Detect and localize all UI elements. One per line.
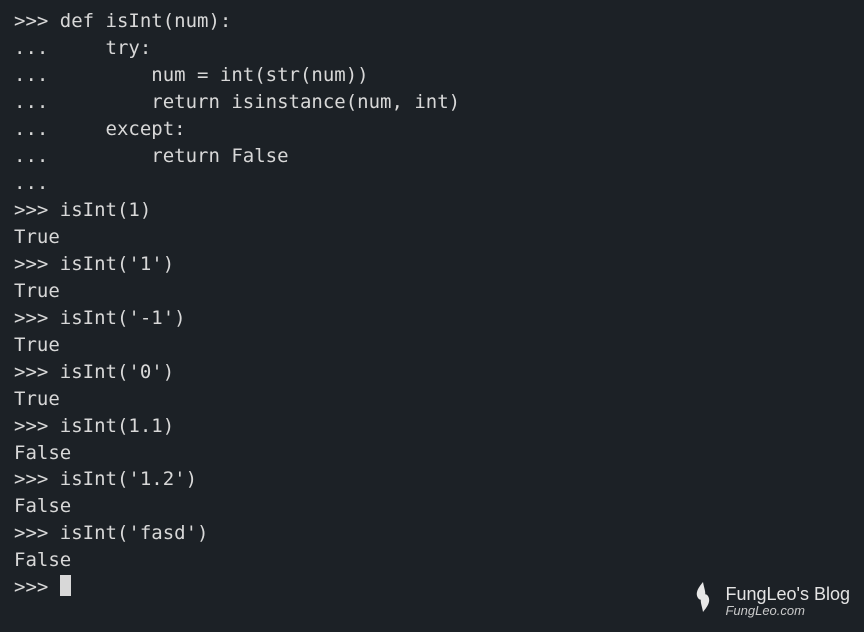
watermark: FungLeo's Blog FungLeo.com (689, 580, 850, 622)
output-line: False (14, 547, 850, 574)
watermark-title: FungLeo's Blog (725, 585, 850, 604)
code-line: >>> isInt('fasd') (14, 520, 850, 547)
code-line: >>> isInt(1.1) (14, 413, 850, 440)
output-line: True (14, 224, 850, 251)
output-line: True (14, 386, 850, 413)
code-line: >>> isInt('0') (14, 359, 850, 386)
code-line: ... except: (14, 116, 850, 143)
terminal-output[interactable]: >>> def isInt(num): ... try: ... num = i… (14, 8, 850, 601)
output-line: True (14, 278, 850, 305)
output-line: False (14, 440, 850, 467)
cursor-icon (60, 575, 71, 596)
code-line: >>> isInt('1.2') (14, 466, 850, 493)
code-line: ... return isinstance(num, int) (14, 89, 850, 116)
code-line: >>> isInt(1) (14, 197, 850, 224)
code-line: ... num = int(str(num)) (14, 62, 850, 89)
code-line: ... return False (14, 143, 850, 170)
output-line: False (14, 493, 850, 520)
code-line: >>> isInt('-1') (14, 305, 850, 332)
watermark-subtitle: FungLeo.com (725, 604, 850, 618)
prompt-text: >>> (14, 576, 60, 598)
leaf-icon (689, 580, 717, 622)
code-line: ... (14, 170, 850, 197)
code-line: ... try: (14, 35, 850, 62)
code-line: >>> def isInt(num): (14, 8, 850, 35)
output-line: True (14, 332, 850, 359)
code-line: >>> isInt('1') (14, 251, 850, 278)
